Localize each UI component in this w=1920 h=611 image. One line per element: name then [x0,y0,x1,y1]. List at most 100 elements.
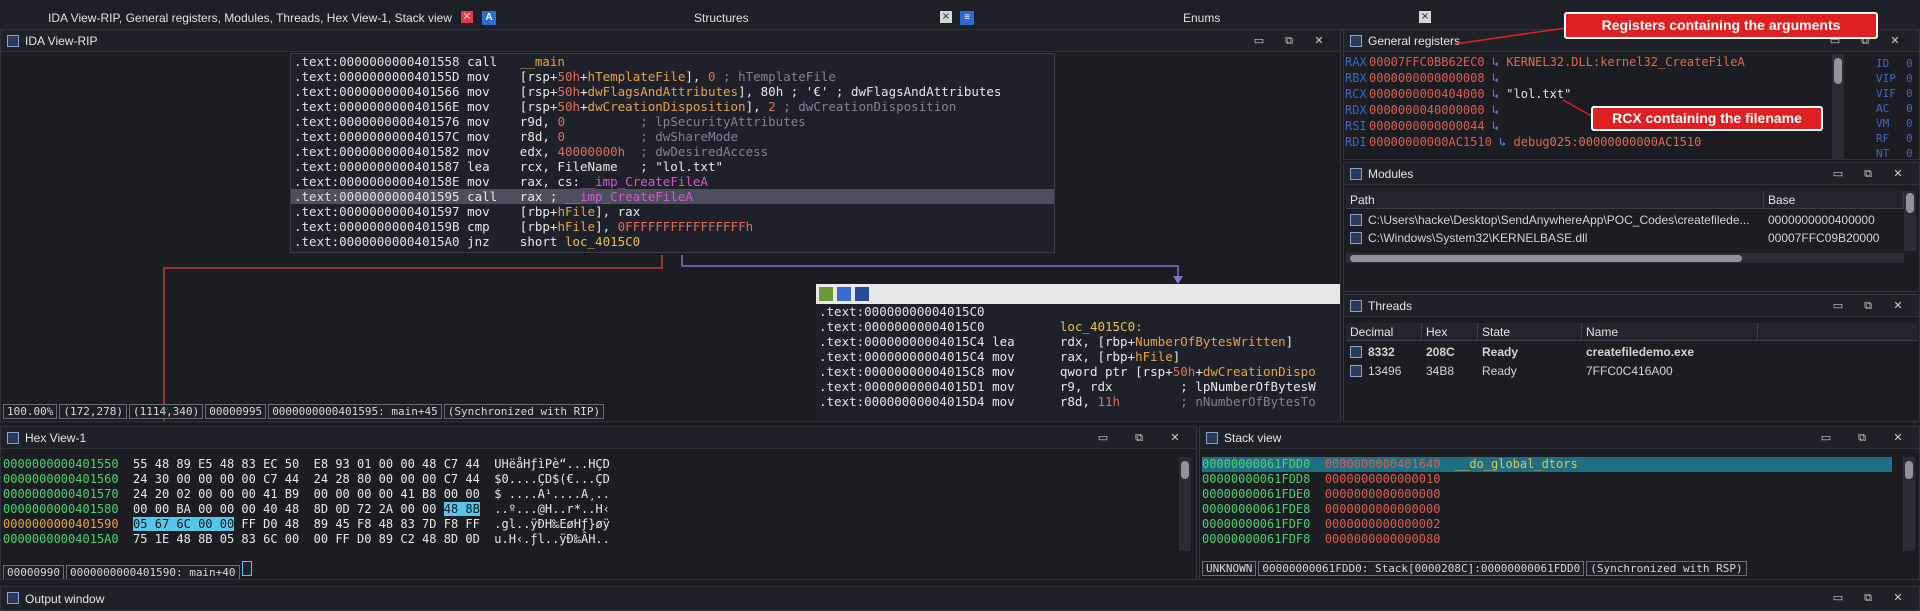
flag-value[interactable]: 0 [1906,146,1913,159]
mnemonic: call [459,54,520,69]
hex-dump[interactable]: 0000000000401550 55 48 89 E5 48 83 EC 50… [1,457,1176,551]
module-row[interactable]: C:\Users\hacke\Desktop\SendAnywhereApp\P… [1346,211,1904,229]
col-decimal[interactable]: Decimal [1346,323,1422,341]
section-name: .text: [294,174,340,189]
hex-address: 0000000000401580 [3,502,119,516]
tab-main-views[interactable]: IDA View-RIP, General registers, Modules… [48,8,452,28]
hex-row[interactable]: 0000000000401550 55 48 89 E5 48 83 EC 50… [3,457,610,472]
section-name: .text: [294,234,340,249]
flag-value[interactable]: 0 [1906,101,1913,116]
disasm-line[interactable]: .text:00000000004015D4 mov r8d, 11h ; nN… [816,394,1340,409]
sync-status: (Synchronized with RIP) [443,404,605,419]
disasm-line[interactable]: .text:0000000000401597 mov [rbp+hFile], … [291,204,1054,219]
tab-enums[interactable]: Enums [1183,8,1220,28]
color-icon[interactable] [819,287,833,301]
flag-value[interactable]: 0 [1906,56,1913,71]
disasm-line[interactable]: .text:00000000004015C4 mov rax, [rbp+hFi… [816,349,1340,364]
disasm-line[interactable]: .text:0000000000401595 call rax ; __imp_… [291,189,1054,204]
thread-row[interactable]: 8332 208C Ready createfiledemo.exe [1346,343,1918,361]
disasm-line[interactable]: .text:0000000000401582 mov edx, 40000000… [291,144,1054,159]
disasm-line[interactable]: .text:00000000004015C0 [816,304,1340,319]
float-icon[interactable]: ⧉ [1859,590,1877,606]
flag-value[interactable]: 0 [1906,116,1913,131]
close-icon[interactable]: ✕ [1886,33,1904,49]
flag-value[interactable]: 0 [1906,71,1913,86]
float-icon[interactable]: ⧉ [1130,430,1148,446]
float-icon[interactable]: ⧉ [1853,430,1871,446]
close-tab-icon[interactable]: × [461,11,473,23]
flag-value[interactable]: 0 [1906,131,1913,146]
stack-row[interactable]: 00000000061FDE8 0000000000000000 [1202,502,1455,517]
disasm-line[interactable]: .text:00000000004015C8 mov qword ptr [rs… [816,364,1340,379]
hex-ascii: u.H‹.ƒl..ÿÐ‰ÂH.. [494,532,610,546]
hex-row[interactable]: 0000000000401570 24 20 02 00 00 00 41 B9… [3,487,610,502]
operand-part: hTemplateFile [587,69,686,84]
disasm-line[interactable]: .text:000000000040158E mov rax, cs:__imp… [291,174,1054,189]
disasm-line[interactable]: .text:000000000040156E mov [rsp+50h+dwCr… [291,99,1054,114]
operand-part: + [580,84,588,99]
mnemonic [985,319,1060,334]
register-row[interactable]: RDI 00000000000AC1510 ↳ debug025:00000000… [1345,134,1701,150]
stack-row[interactable]: 00000000061FDF8 0000000000000080 [1202,532,1455,547]
disasm-line[interactable]: .text:000000000040157C mov r8d, 0 ; dwSh… [291,129,1054,144]
hex-row[interactable]: 00000000004015A0 75 1E 48 8B 05 83 6C 00… [3,532,610,547]
tab-structures[interactable]: Structures [694,8,749,28]
disasm-line[interactable]: .text:00000000004015D1 mov r9, rdx ; lpN… [816,379,1340,394]
col-hex[interactable]: Hex [1422,323,1478,341]
hex-mode-box[interactable] [241,561,252,576]
col-state[interactable]: State [1478,323,1582,341]
operand-part: dwFlagsAndAttributes [587,84,739,99]
disasm-line[interactable]: .text:000000000040159B cmp [rbp+hFile], … [291,219,1054,234]
edit-icon[interactable] [837,287,851,301]
disasm-line[interactable]: .text:00000000004015A0 jnz short loc_401… [291,234,1054,249]
close-icon[interactable]: ✕ [1889,166,1907,182]
flag-value[interactable]: 0 [1906,86,1913,101]
thread-row[interactable]: 13496 34B8 Ready 7FFC0C416A00 [1346,362,1918,380]
hex-row[interactable]: 0000000000401560 24 30 00 00 00 00 C7 44… [3,472,610,487]
stack-list[interactable]: 00000000061FDD0 0000000000401640 __do_gl… [1200,457,1900,551]
close-tab-icon[interactable]: × [940,11,952,23]
disasm-line[interactable]: .text:0000000000401566 mov [rsp+50h+dwFl… [291,84,1054,99]
disasm-line[interactable]: .text:0000000000401587 lea rcx, FileName… [291,159,1054,174]
flags-list[interactable]: ID 0 VIP 0 VIF 0 AC 0 VM 0 RF 0 NT 0 [1876,54,1919,159]
minimize-icon[interactable]: ▭ [1094,430,1112,446]
minimize-icon[interactable]: ▭ [1829,166,1847,182]
close-icon[interactable]: ✕ [1889,298,1907,314]
stack-row[interactable]: 00000000061FDE0 0000000000000000 [1202,487,1455,502]
modules-scrollbar[interactable] [1904,191,1916,251]
col-base[interactable]: Base [1764,191,1904,209]
hex-row[interactable]: 0000000000401580 00 00 BA 00 00 00 40 48… [3,502,610,517]
float-icon[interactable]: ⧉ [1859,166,1877,182]
close-icon[interactable]: ✕ [1889,590,1907,606]
minimize-icon[interactable]: ▭ [1817,430,1835,446]
float-icon[interactable]: ⧉ [1859,298,1877,314]
close-icon[interactable]: ✕ [1889,430,1907,446]
section-name: .text: [294,129,340,144]
minimize-icon[interactable]: ▭ [1829,298,1847,314]
col-path[interactable]: Path [1346,191,1764,209]
close-icon[interactable]: ✕ [1166,430,1184,446]
block-header [816,284,1340,304]
hex-scrollbar[interactable] [1179,457,1191,551]
section-name: .text: [819,349,865,364]
disasm-line[interactable]: .text:0000000000401576 mov r9d, 0 ; lpSe… [291,114,1054,129]
stack-row[interactable]: 00000000061FDF0 0000000000000002 [1202,517,1455,532]
stack-scrollbar[interactable] [1903,457,1915,551]
registers-scrollbar[interactable] [1832,54,1844,159]
modules-hscrollbar[interactable] [1346,253,1904,263]
module-icon [1350,232,1362,244]
instruction-address: 00000000004015D1 [864,379,985,394]
disasm-block-main[interactable]: .text:0000000000401558 call __main .text:… [290,53,1055,253]
disasm-line[interactable]: .text:00000000004015C0 loc_4015C0: [816,319,1340,334]
disasm-line[interactable]: .text:000000000040155D mov [rsp+50h+hTem… [291,69,1054,84]
col-name[interactable]: Name [1582,323,1758,341]
disasm-line[interactable]: .text:00000000004015C4 lea rdx, [rbp+Num… [816,334,1340,349]
stack-row[interactable]: 00000000061FDD8 0000000000000010 [1202,472,1455,487]
disasm-block-second[interactable]: .text:00000000004015C0 .text:00000000004… [816,304,1340,421]
hex-row[interactable]: 0000000000401590 05 67 6C 00 00 FF D0 48… [3,517,610,532]
minimize-icon[interactable]: ▭ [1829,590,1847,606]
module-row[interactable]: C:\Windows\System32\KERNELBASE.dll 00007F… [1346,229,1904,247]
disasm-line[interactable]: .text:0000000000401558 call __main [291,54,1054,69]
stack-row[interactable]: 00000000061FDD0 0000000000401640 __do_gl… [1202,457,1892,472]
graph-icon[interactable] [855,287,869,301]
